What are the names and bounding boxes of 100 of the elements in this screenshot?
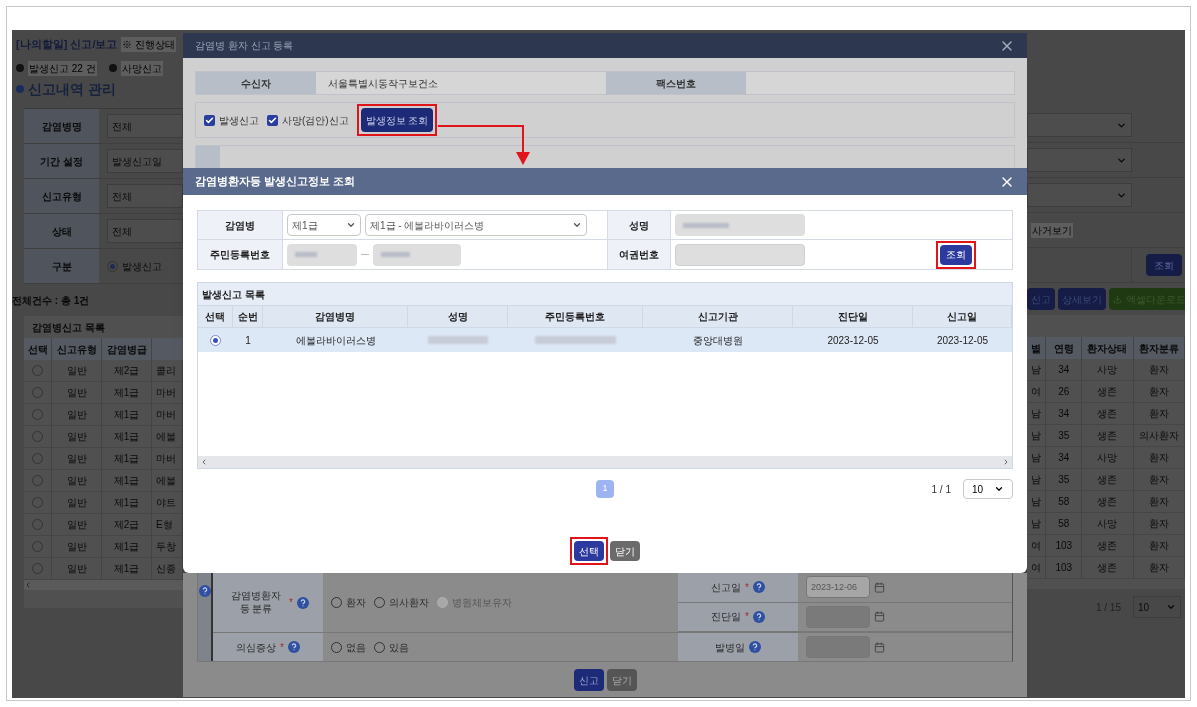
table-cell: 환자 [1133, 403, 1185, 424]
required-mark: * [745, 610, 749, 625]
dialog-title: 감염병 환자 신고 등록 [195, 39, 294, 53]
radio-label: 없음 [346, 640, 366, 655]
table-cell-text: 1 [245, 333, 251, 348]
column-header: 환자분류 [1133, 337, 1185, 359]
filter-label: 신고유형 [24, 179, 99, 213]
table-cell: 환자 [1133, 513, 1185, 534]
radio-label: 있음 [389, 640, 409, 655]
page-size-select[interactable]: 10 [963, 479, 1013, 499]
help-icon [198, 585, 211, 597]
count-label: 발생신고 22 건 [28, 60, 97, 76]
horizontal-scrollbar[interactable] [198, 456, 1012, 468]
dialog-button[interactable]: 선택 [574, 541, 604, 561]
table-cell: 환자 [1133, 557, 1185, 578]
search-button[interactable]: 조회 [1146, 254, 1182, 276]
table-cell: 남 [1027, 425, 1047, 446]
scrollbar[interactable] [24, 580, 183, 590]
column-header: 신고기관 [643, 306, 793, 327]
filter-label: 기간 설정 [24, 144, 99, 178]
column-header: 신고유형 [52, 338, 102, 360]
field-label: 발병일 [715, 640, 745, 655]
filter-select[interactable]: 전체 [107, 219, 183, 243]
dialog-title: 감염병환자등 발생신고정보 조회 [195, 174, 356, 190]
lookup-button[interactable]: 발생정보 조회 [360, 108, 434, 132]
field-label: 여권번호 [608, 240, 671, 269]
disease-select[interactable]: 제1급 - 에볼라바이러스병 [365, 214, 587, 236]
calendar-icon[interactable] [874, 641, 885, 653]
field-label: 의심증상 [236, 640, 277, 655]
table-cell: 제1급 [102, 382, 152, 403]
grade-select[interactable]: 제1급 [287, 214, 361, 236]
table-cell: 환자 [1133, 447, 1185, 468]
column-header: 감염병명 [263, 306, 408, 327]
table-cell-text: 중앙대병원 [693, 333, 743, 348]
table-cell: 남 [1027, 359, 1047, 380]
filter-label: 상태 [24, 214, 99, 248]
calendar-icon[interactable] [874, 611, 885, 623]
select-field[interactable] [1027, 148, 1132, 172]
dialog-button[interactable]: 신고 [573, 669, 604, 691]
chevron-left-icon[interactable] [200, 458, 208, 466]
calendar-icon[interactable] [874, 581, 885, 593]
table-cell: 여 [1027, 557, 1047, 578]
checkbox-label: 발생신고 [219, 113, 259, 128]
dialog-button[interactable]: 닫기 [606, 669, 637, 691]
field-label: 감염병환자등 분류 [230, 590, 283, 615]
filter-select[interactable]: 전체 [107, 114, 183, 138]
page-button[interactable]: 1 [596, 480, 614, 498]
required-mark: * [745, 580, 749, 595]
checkbox[interactable] [204, 114, 215, 126]
status-note: ※ 진행상태 [121, 36, 177, 52]
table-cell: 일반 [52, 514, 102, 535]
passport-field[interactable] [675, 243, 805, 266]
table-cell: 남 [1027, 403, 1047, 424]
table-cell: 생존 [1082, 381, 1134, 402]
redacted-value [428, 336, 488, 344]
help-icon [749, 641, 761, 653]
checkbox[interactable] [267, 114, 278, 126]
table-cell: 일반 [52, 492, 102, 513]
required-mark: * [289, 596, 293, 610]
table-cell: 26 [1046, 381, 1083, 402]
help-icon [296, 596, 309, 609]
table-cell: 제1급 [102, 404, 152, 425]
table-cell: 남 [1027, 469, 1047, 490]
count-label: 사망신고 [120, 60, 163, 76]
column-header: 환자상태 [1082, 337, 1134, 359]
filter-select[interactable]: 전체 [107, 184, 183, 208]
dialog-button[interactable]: 닫기 [610, 541, 640, 561]
table-cell: 일반 [52, 360, 102, 381]
table-cell: 생존 [1082, 403, 1134, 424]
table-cell: 34 [1046, 359, 1083, 380]
chevron-left-icon[interactable] [24, 581, 32, 589]
table-cell: 103 [1046, 557, 1083, 578]
column-header: 감염병급 [102, 338, 152, 360]
column-header: 별 [1027, 337, 1047, 359]
table-cell: 제1급 [102, 470, 152, 491]
table-row[interactable]: 1 에볼라바이러스병 중앙대병원 2023-12-05 2023-12-05 [198, 328, 1012, 352]
radio-button[interactable] [210, 334, 221, 346]
table-cell-text: 2023-12-05 [827, 333, 879, 348]
table-cell: 일반 [52, 382, 102, 403]
select-field[interactable] [1027, 183, 1132, 207]
column-header: 주민등록번호 [508, 306, 643, 327]
search-button[interactable]: 조회 [940, 244, 972, 265]
column-header: 신고일 [913, 306, 1012, 327]
select-field[interactable] [1027, 113, 1132, 137]
filter-select[interactable]: 발생신고일 [107, 149, 183, 173]
help-icon [752, 610, 765, 623]
table-cell: 환자 [1133, 381, 1185, 402]
table-cell: 58 [1046, 491, 1083, 512]
table-cell: 일반 [52, 404, 102, 425]
table-cell: 35 [1046, 425, 1083, 446]
table-cell: 여 [1027, 535, 1047, 556]
chevron-down-icon [572, 220, 582, 230]
table-cell: 103 [1046, 535, 1083, 556]
field-label: 진단일 [711, 610, 742, 625]
chevron-right-icon[interactable] [1002, 458, 1010, 466]
field-label: 수신자 [196, 72, 316, 94]
table-cell: 제1급 [102, 558, 152, 579]
table-cell: 일반 [52, 536, 102, 557]
table-cell: 환자 [1133, 359, 1185, 380]
filter-label: 감염병명 [24, 109, 99, 143]
